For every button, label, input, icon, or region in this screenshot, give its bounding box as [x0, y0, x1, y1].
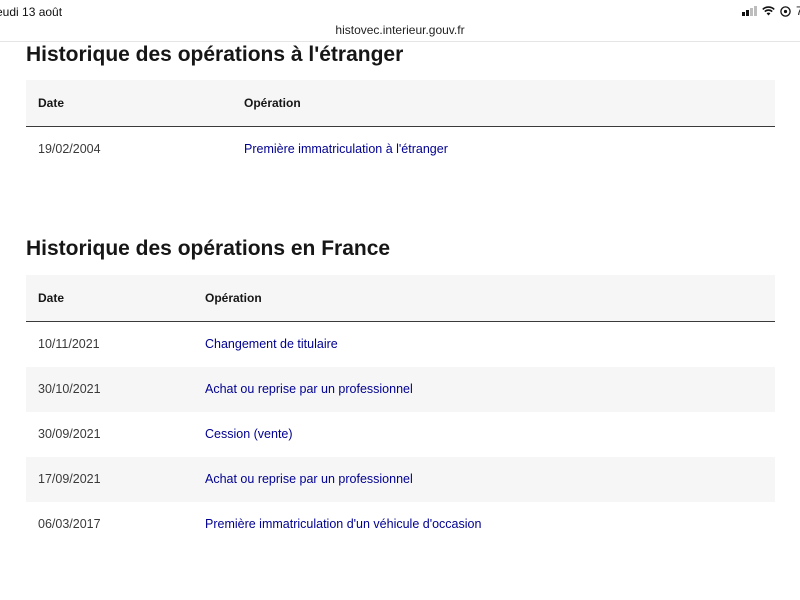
france-history-title: Historique des opérations en France: [26, 237, 391, 260]
row-date: 06/03/2017: [38, 517, 101, 531]
operation-column-header: Opération: [244, 96, 301, 110]
row-date: 17/09/2021: [38, 472, 101, 486]
table-row: 17/09/2021 Achat ou reprise par un profe…: [26, 457, 775, 502]
table-row: 10/11/2021 Changement de titulaire: [26, 322, 775, 367]
table-header: Date Opération: [26, 80, 775, 127]
operation-column-header: Opération: [205, 291, 262, 305]
operation-link[interactable]: Première immatriculation d'un véhicule d…: [205, 502, 481, 547]
row-date: 10/11/2021: [38, 337, 100, 351]
table-row: 30/10/2021 Achat ou reprise par un profe…: [26, 367, 775, 412]
address-bar[interactable]: histovec.interieur.gouv.fr: [0, 20, 800, 40]
status-bar: eudi 13 août 7:: [0, 0, 800, 22]
wifi-icon: [762, 6, 775, 16]
foreign-operations-table: Date Opération 19/02/2004 Première immat…: [26, 80, 775, 172]
france-operations-table: Date Opération 10/11/2021 Changement de …: [26, 275, 775, 547]
signal-icon: [741, 6, 757, 16]
operation-link[interactable]: Changement de titulaire: [205, 322, 338, 367]
date-column-header: Date: [38, 96, 65, 110]
date-column-header: Date: [38, 291, 65, 305]
battery-percent: 7:: [795, 4, 800, 18]
table-header: Date Opération: [26, 275, 775, 322]
status-date: eudi 13 août: [0, 5, 63, 19]
foreign-history-title: Historique des opérations à l'étranger: [26, 43, 404, 66]
toolbar-divider: [0, 41, 800, 42]
url-text: histovec.interieur.gouv.fr: [335, 23, 465, 37]
operation-link[interactable]: Cession (vente): [205, 412, 293, 457]
table-row: 30/09/2021 Cession (vente): [26, 412, 775, 457]
row-date: 30/09/2021: [38, 427, 101, 441]
operation-link[interactable]: Première immatriculation à l'étranger: [244, 127, 448, 172]
operation-link[interactable]: Achat ou reprise par un professionnel: [205, 367, 413, 412]
row-date: 19/02/2004: [38, 142, 101, 156]
table-row: 19/02/2004 Première immatriculation à l'…: [26, 127, 775, 172]
status-icons: 7:: [741, 4, 800, 18]
location-lock-icon: [780, 5, 791, 17]
operation-link[interactable]: Achat ou reprise par un professionnel: [205, 457, 413, 502]
row-date: 30/10/2021: [38, 382, 101, 396]
table-row: 06/03/2017 Première immatriculation d'un…: [26, 502, 775, 547]
